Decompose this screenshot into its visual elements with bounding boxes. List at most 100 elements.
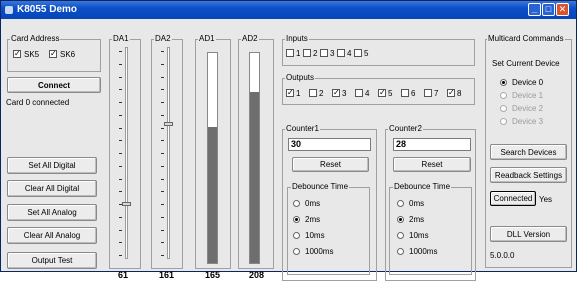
da1-tick (119, 179, 122, 180)
readback-settings-button[interactable]: Readback Settings (490, 167, 567, 183)
output-test-button[interactable]: Output Test (7, 252, 97, 269)
outputs-checkbox-7[interactable] (424, 89, 432, 97)
counter1-radio-10ms[interactable] (293, 232, 300, 239)
app-icon (5, 6, 13, 14)
set-all-digital-button[interactable]: Set All Digital (7, 157, 97, 174)
dll-version-value: 5.0.0.0 (490, 251, 515, 260)
da1-tick (119, 255, 122, 256)
set-all-analog-button[interactable]: Set All Analog (7, 204, 97, 221)
ad2-label: AD2 (241, 34, 259, 43)
title-bar: K8055 Demo _ □ ✕ (1, 1, 576, 19)
clear-all-digital-button[interactable]: Clear All Digital (7, 180, 97, 197)
counter1-radio-2ms[interactable] (293, 216, 300, 223)
da2-slider-track[interactable] (167, 47, 170, 259)
outputs-checkbox-4[interactable] (355, 89, 363, 97)
ad1-level-fill (208, 127, 217, 263)
inputs-label-5: 5 (364, 49, 369, 58)
counter1-option-10ms: 10ms (305, 231, 325, 240)
counter2-radio-1000ms[interactable] (397, 248, 404, 255)
counter1-option-1000ms: 1000ms (305, 247, 334, 256)
counter1-value-field[interactable]: 30 (288, 138, 371, 151)
inputs-checkbox-5[interactable] (354, 49, 362, 57)
inputs-checkbox-4[interactable] (337, 49, 345, 57)
close-icon[interactable]: ✕ (556, 3, 569, 16)
counter2-option-2ms: 2ms (409, 215, 425, 224)
counter2-radio-10ms[interactable] (397, 232, 404, 239)
counter1-option-2ms: 2ms (305, 215, 321, 224)
outputs-checkbox-5[interactable]: ✓ (378, 89, 386, 97)
counter1-option-0ms: 0ms (305, 199, 321, 208)
connected-value: Yes (539, 195, 553, 204)
counter2-reset-button[interactable]: Reset (393, 157, 471, 172)
da1-slider-thumb[interactable] (122, 202, 131, 206)
inputs-checkbox-2[interactable] (303, 49, 311, 57)
da2-tick (161, 128, 164, 129)
da1-slider-track[interactable] (125, 47, 128, 259)
device-0-label: Device 0 (512, 78, 544, 87)
da2-tick (161, 179, 164, 180)
inputs-checkbox-1[interactable] (286, 49, 294, 57)
da2-tick (161, 191, 164, 192)
device-0-radio[interactable] (500, 79, 507, 86)
da1-tick (119, 166, 122, 167)
dll-version-button[interactable]: DLL Version (490, 226, 567, 242)
da2-label: DA2 (154, 34, 172, 43)
counter1-debounce-label: Debounce Time (291, 182, 350, 191)
outputs-checkbox-2[interactable] (309, 89, 317, 97)
inputs-label-2: 2 (313, 49, 318, 58)
inputs-label-3: 3 (330, 49, 335, 58)
outputs-label-6: 6 (411, 89, 416, 98)
sk5-checkbox[interactable]: ✓ (13, 50, 21, 58)
counter2-option-1000ms: 1000ms (409, 247, 438, 256)
counter2-value-field[interactable]: 28 (393, 138, 471, 151)
da1-tick (119, 242, 122, 243)
sk6-checkbox[interactable]: ✓ (49, 50, 57, 58)
counter2-radio-0ms[interactable] (397, 200, 404, 207)
outputs-label-5: 5 (388, 89, 393, 98)
da1-tick (119, 102, 122, 103)
outputs-label-4: 4 (365, 89, 370, 98)
da1-tick (119, 64, 122, 65)
da2-tick (161, 89, 164, 90)
connection-status: Card 0 connected (6, 98, 70, 107)
counter2-label: Counter2 (388, 124, 423, 133)
outputs-checkbox-3[interactable]: ✓ (332, 89, 340, 97)
outputs-label-1: 1 (296, 89, 301, 98)
da2-tick (161, 64, 164, 65)
da2-slider-thumb[interactable] (164, 122, 173, 126)
minimize-icon[interactable]: _ (528, 3, 541, 16)
counter1-radio-0ms[interactable] (293, 200, 300, 207)
clear-all-analog-button[interactable]: Clear All Analog (7, 227, 97, 244)
ad1-level-bar (207, 52, 218, 264)
counter2-option-10ms: 10ms (409, 231, 429, 240)
da2-tick (161, 230, 164, 231)
maximize-icon[interactable]: □ (542, 3, 555, 16)
inputs-checkbox-3[interactable] (320, 49, 328, 57)
card-address-label: Card Address (10, 34, 61, 43)
device-2-label: Device 2 (512, 104, 544, 113)
device-1-radio[interactable] (500, 92, 507, 99)
counter1-reset-button[interactable]: Reset (292, 157, 369, 172)
da2-value: 161 (159, 270, 175, 280)
da1-tick (119, 128, 122, 129)
inputs-label-1: 1 (296, 49, 301, 58)
device-2-radio[interactable] (500, 105, 507, 112)
da1-tick (119, 77, 122, 78)
da1-value: 61 (118, 270, 129, 280)
outputs-checkbox-1[interactable]: ✓ (286, 89, 294, 97)
device-3-radio[interactable] (500, 118, 507, 125)
outputs-label-7: 7 (434, 89, 439, 98)
multicard-label: Multicard Commands (487, 34, 565, 43)
connected-button[interactable]: Connected (490, 191, 536, 206)
counter2-radio-2ms[interactable] (397, 216, 404, 223)
connect-button[interactable]: Connect (7, 77, 101, 93)
outputs-checkbox-8[interactable]: ✓ (447, 89, 455, 97)
da2-tick (161, 204, 164, 205)
counter1-radio-1000ms[interactable] (293, 248, 300, 255)
outputs-checkbox-6[interactable] (401, 89, 409, 97)
outputs-label-3: 3 (342, 89, 347, 98)
da1-tick (119, 51, 122, 52)
search-devices-button[interactable]: Search Devices (490, 144, 567, 160)
outputs-label-8: 8 (457, 89, 462, 98)
main-window: K8055 Demo _ □ ✕ Card Address ✓ SK5 ✓ SK… (0, 0, 577, 281)
